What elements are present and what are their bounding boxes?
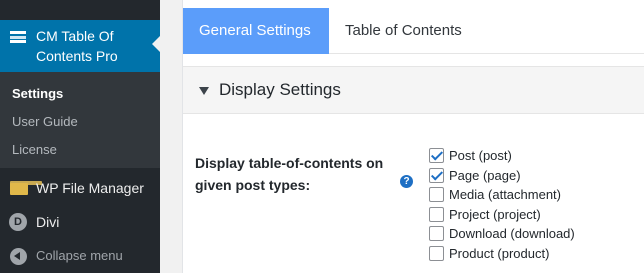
option-post[interactable]: Post (post) [429,146,629,165]
option-label: Project (project) [449,206,541,222]
checkbox-post[interactable] [429,148,444,163]
checkbox-media[interactable] [429,187,444,202]
triangle-down-icon [199,87,209,95]
checkbox-page[interactable] [429,167,444,183]
checkbox-project[interactable] [429,206,444,222]
option-download[interactable]: Download (download) [429,224,629,243]
collapse-menu-label: Collapse menu [36,248,123,263]
collapse-icon [10,248,27,265]
menu-item-cm-table-of-contents[interactable]: CM Table Of Contents Pro [0,20,160,72]
option-product[interactable]: Product (product) [429,244,629,263]
menu-item-label: Divi [36,214,60,230]
settings-panel: General Settings Table of Contents Displ… [182,0,644,273]
submenu-item-settings[interactable]: Settings [12,85,63,103]
section-title: Display Settings [219,80,341,99]
divi-icon: D [9,213,27,231]
option-label: Product (product) [449,245,550,261]
table-icon [10,31,26,43]
option-label: Download (download) [449,226,575,241]
option-label: Page (page) [449,167,521,183]
checkbox-product[interactable] [429,245,444,261]
option-label: Post (post) [449,148,512,163]
submenu-item-license[interactable]: License [12,141,57,159]
menu-item-label: CM Table Of Contents Pro [36,28,118,64]
menu-item-divi[interactable]: D Divi [0,205,160,239]
menu-item-wp-file-manager[interactable]: WP File Manager [0,171,160,205]
submenu-item-user-guide[interactable]: User Guide [12,113,78,131]
option-label: Media (attachment) [449,187,561,202]
option-media[interactable]: Media (attachment) [429,185,629,204]
collapse-menu-button[interactable]: Collapse menu [0,239,160,273]
tab-table-of-contents[interactable]: Table of Contents [329,8,478,54]
submenu: Settings User Guide License [0,72,160,168]
question-mark-icon[interactable]: ? [400,175,413,188]
menu-item-label: WP File Manager [36,180,144,196]
settings-tabs: General Settings Table of Contents [183,8,644,54]
admin-sidebar: CM Table Of Contents Pro Settings User G… [0,0,160,273]
section-display-settings[interactable]: Display Settings [183,66,644,114]
post-types-label: Display table-of-contents on given post … [195,155,384,193]
option-page[interactable]: Page (page) [429,166,629,185]
checkbox-download[interactable] [429,226,444,241]
option-project[interactable]: Project (project) [429,205,629,224]
folder-icon [10,181,42,195]
tab-general-settings[interactable]: General Settings [183,8,329,54]
